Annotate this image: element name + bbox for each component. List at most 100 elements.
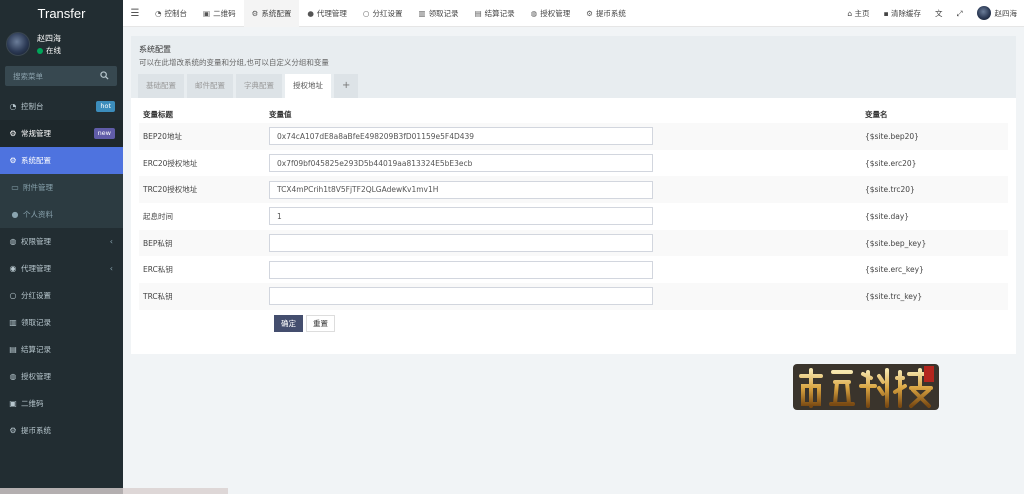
tab-label: 领取记录 — [428, 9, 459, 18]
sidebar-item-agents[interactable]: ◉ 代理管理 ‹ — [0, 255, 123, 282]
row-title: ERC私钥 — [143, 265, 173, 275]
row-value-cell — [269, 287, 859, 306]
row-title: ERC20授权地址 — [143, 158, 198, 168]
sidebar-item-authorization[interactable]: ◍ 授权管理 — [0, 363, 123, 390]
circle-icon: ○ — [9, 291, 17, 300]
users-icon: ◍ — [530, 9, 538, 18]
sidebar-item-withdraw[interactable]: ⚙ 提币系统 — [0, 417, 123, 444]
hot-badge: hot — [96, 101, 115, 112]
tab-email-config[interactable]: 邮件配置 — [187, 74, 233, 98]
circle-icon: ○ — [362, 9, 370, 18]
page-title: 系统配置 — [139, 45, 171, 54]
fullscreen-button[interactable]: ⤢ — [950, 0, 970, 27]
sidebar-item-qrcode[interactable]: ▣ 二维码 — [0, 390, 123, 417]
language-button[interactable]: 文 — [928, 0, 950, 27]
clear-cache-label: 清除缓存 — [891, 9, 921, 18]
user-status: 在线 — [37, 45, 61, 56]
form-actions: 确定 重置 — [274, 315, 338, 332]
tab-label: 二维码 — [213, 9, 236, 18]
tab-withdraw[interactable]: ⚙ 提币系统 — [578, 0, 634, 27]
search-icon[interactable] — [100, 71, 109, 80]
sidebar-item-dashboard[interactable]: ◔ 控制台 hot — [0, 93, 123, 120]
home-link[interactable]: ⌂ 主页 — [840, 0, 876, 27]
bep20-address-input[interactable] — [269, 127, 653, 146]
tab-dividends[interactable]: ○ 分红设置 — [355, 0, 411, 27]
sidebar-item-attachments[interactable]: ▭ 附件管理 — [0, 174, 123, 201]
tab-basic-config[interactable]: 基础配置 — [138, 74, 184, 98]
erc20-address-input[interactable] — [269, 154, 653, 173]
tab-label: 代理管理 — [316, 9, 347, 18]
table-row: ERC私钥 {$site.erc_key} — [139, 256, 1008, 283]
tab-label: 分红设置 — [372, 9, 403, 18]
file-icon: ▭ — [11, 183, 19, 192]
chevron-left-icon: ‹ — [109, 237, 113, 246]
fullscreen-icon: ⤢ — [956, 9, 963, 18]
sidebar-item-label: 控制台 — [21, 102, 44, 111]
tab-agents[interactable]: ● 代理管理 — [299, 0, 355, 27]
online-dot-icon — [37, 48, 43, 54]
menu-toggle-icon[interactable]: ☰ — [123, 0, 147, 27]
top-nav: ☰ ◔ 控制台 ▣ 二维码 ⚙ 系统配置 ● 代理管理 ○ 分红设置 ▥ 领取记录 ▤ 结算记… — [123, 0, 634, 27]
sidebar-item-label: 个人资料 — [23, 210, 53, 219]
tab-label: 授权管理 — [540, 9, 571, 18]
sidebar-item-label: 结算记录 — [21, 345, 51, 354]
column-header-value: 变量值 — [269, 110, 292, 119]
company-logo — [793, 364, 939, 410]
dashboard-icon: ◔ — [155, 9, 162, 18]
sidebar-item-general[interactable]: ⚙ 常规管理 new — [0, 120, 123, 147]
sidebar-item-label: 常规管理 — [21, 129, 51, 138]
gear-icon: ⚙ — [251, 9, 259, 18]
sidebar-item-permissions[interactable]: ◍ 权限管理 ‹ — [0, 228, 123, 255]
sidebar-item-dividends[interactable]: ○ 分红设置 — [0, 282, 123, 309]
trc-key-input[interactable] — [269, 287, 653, 306]
column-header-name: 变量名 — [865, 110, 888, 119]
tab-authorization[interactable]: ◍ 授权管理 — [523, 0, 579, 27]
sidebar-item-profile[interactable]: ● 个人资料 — [0, 201, 123, 228]
top-right-tools: ⌂ 主页 ▪ 清除缓存 文 ⤢ 赵四海 — [840, 0, 1024, 27]
coin-icon: ⚙ — [586, 9, 593, 18]
user-icon: ● — [307, 9, 314, 18]
table-row: BEP私钥 {$site.bep_key} — [139, 229, 1008, 257]
sidebar-item-claims[interactable]: ▥ 领取记录 — [0, 309, 123, 336]
user-panel: 赵四海 在线 — [0, 27, 123, 64]
group-icon: ◍ — [9, 237, 17, 246]
sidebar-item-settlements[interactable]: ▤ 结算记录 — [0, 336, 123, 363]
user-status-text: 在线 — [46, 46, 61, 55]
row-variable-name: {$site.trc_key} — [865, 291, 923, 301]
table-row: 起息时间 {$site.day} — [139, 203, 1008, 230]
sidebar-item-system-config[interactable]: ⚙ 系统配置 — [0, 147, 123, 174]
qrcode-icon: ▣ — [203, 9, 211, 18]
sidebar-item-label: 二维码 — [21, 399, 44, 408]
page-subtitle: 可以在此增改系统的变量和分组,也可以自定义分组和变量 — [139, 58, 329, 67]
erc-key-input[interactable] — [269, 260, 653, 279]
confirm-button[interactable]: 确定 — [274, 315, 303, 332]
clear-cache-button[interactable]: ▪ 清除缓存 — [877, 0, 928, 27]
interest-start-input[interactable] — [269, 207, 653, 226]
column-header-title: 变量标题 — [143, 110, 173, 119]
sidebar: Transfer 赵四海 在线 ◔控制台hot ⚙常规管理new ⚙系统配置 ▭… — [0, 0, 228, 494]
tab-qrcode[interactable]: ▣ 二维码 — [195, 0, 244, 27]
trc20-address-input[interactable] — [269, 180, 653, 199]
bep-key-input[interactable] — [269, 234, 653, 253]
tab-claims[interactable]: ▥ 领取记录 — [410, 0, 466, 27]
sidebar-item-label: 提币系统 — [21, 426, 51, 435]
sidebar-item-label: 分红设置 — [21, 291, 51, 300]
user-menu[interactable]: 赵四海 — [970, 0, 1024, 27]
tab-dashboard[interactable]: ◔ 控制台 — [147, 0, 195, 27]
list-icon: ▤ — [474, 9, 482, 18]
tab-auth-address[interactable]: 授权地址 — [285, 74, 331, 98]
table-header: 变量标题 变量值 变量名 — [139, 106, 1008, 123]
row-variable-name: {$site.erc_key} — [865, 265, 924, 275]
reset-button[interactable]: 重置 — [306, 315, 335, 332]
tab-label: 提币系统 — [595, 9, 626, 18]
add-tab-button[interactable]: + — [334, 74, 359, 98]
row-variable-name: {$site.bep_key} — [865, 238, 927, 248]
tab-settlements[interactable]: ▤ 结算记录 — [467, 0, 523, 27]
user-icon: ● — [11, 210, 19, 219]
qrcode-icon: ▣ — [9, 399, 17, 408]
bank-icon: ▥ — [9, 318, 17, 327]
user-menu-name: 赵四海 — [994, 9, 1018, 18]
tab-system-config[interactable]: ⚙ 系统配置 — [243, 0, 300, 27]
tab-dictionary-config[interactable]: 字典配置 — [236, 74, 282, 98]
brand-title[interactable]: Transfer — [0, 0, 123, 27]
